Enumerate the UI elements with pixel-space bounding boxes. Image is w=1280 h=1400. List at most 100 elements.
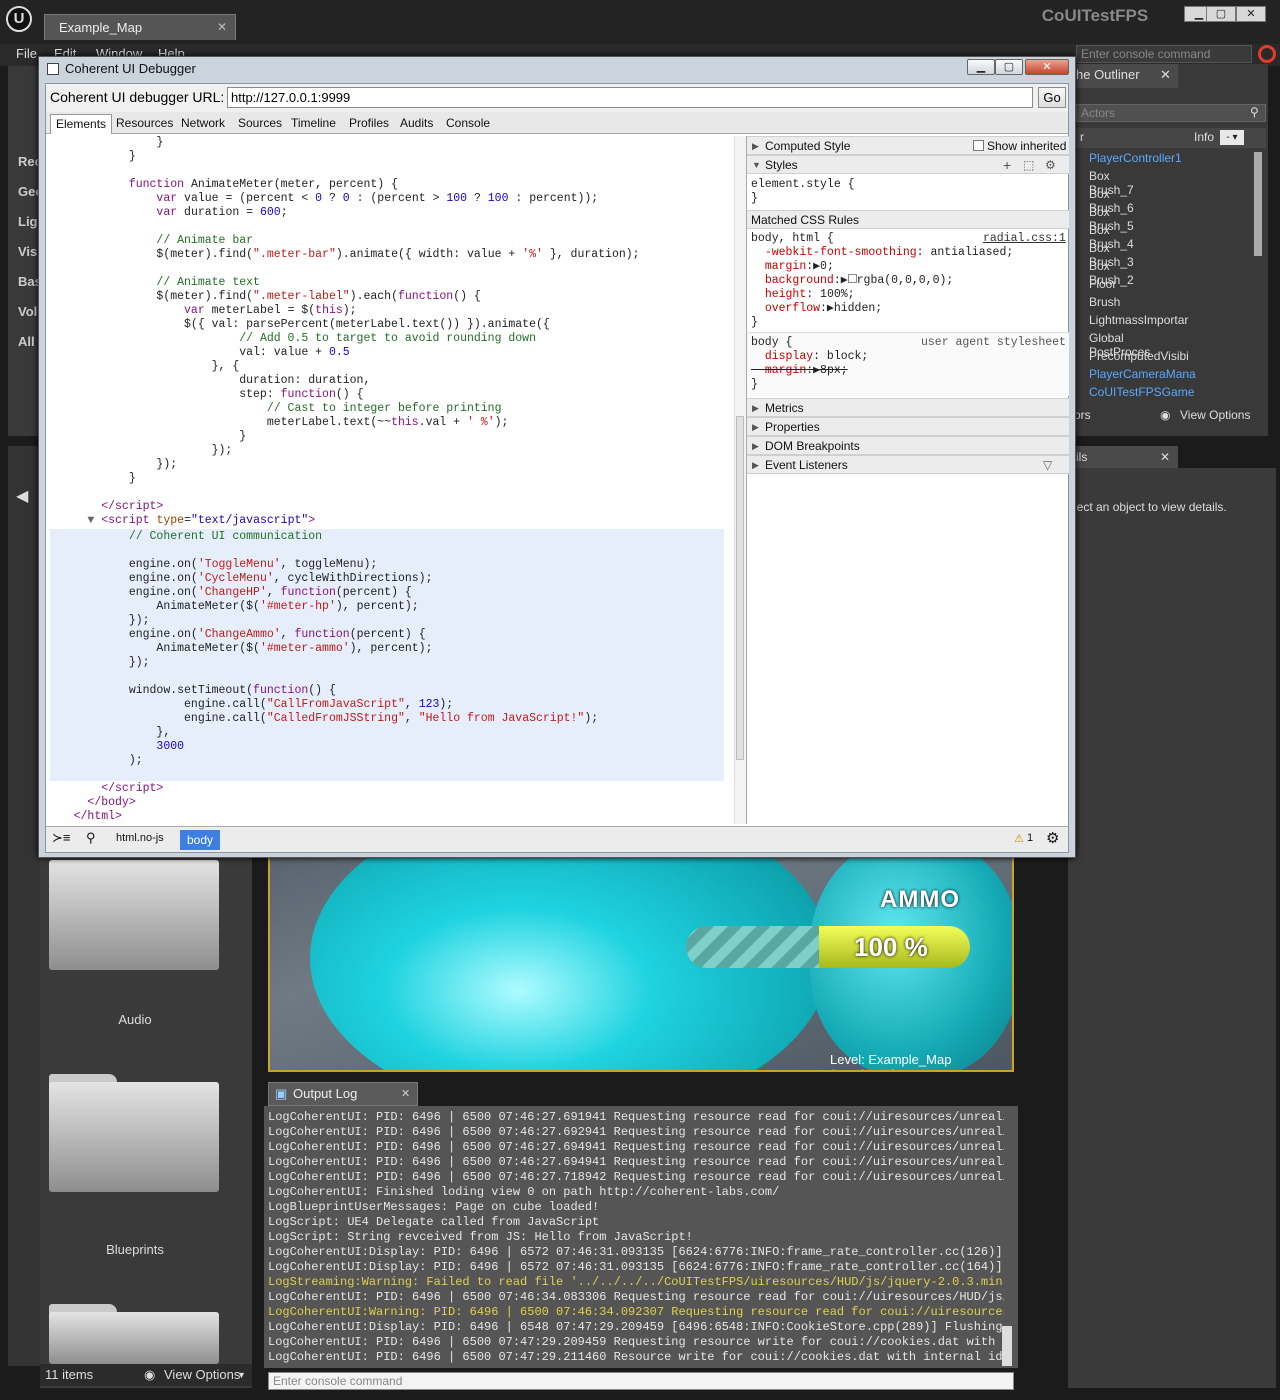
- view-options-button[interactable]: View Options: [1180, 408, 1250, 422]
- mode-item[interactable]: All: [18, 334, 35, 349]
- computed-style-section[interactable]: ▶ Computed Style Show inherited: [747, 136, 1069, 155]
- mode-item[interactable]: Vol: [18, 304, 37, 319]
- element-state-icon[interactable]: ⬚: [1023, 156, 1034, 174]
- gear-icon[interactable]: ⚙: [1046, 829, 1059, 847]
- tab-audits[interactable]: Audits: [400, 116, 433, 130]
- triangle-right-icon: ▶: [752, 141, 759, 151]
- styles-section[interactable]: ▼ Styles + ⬚ ⚙: [747, 155, 1069, 174]
- menu-file[interactable]: File: [16, 46, 37, 61]
- show-inherited-label: Show inherited: [987, 139, 1067, 153]
- warning-icon[interactable]: ⚠: [1014, 832, 1024, 845]
- section-label: Metrics: [765, 401, 804, 415]
- console-input-top[interactable]: Enter console command: [1076, 45, 1252, 63]
- rule-source-link[interactable]: radial.css:1: [983, 232, 1066, 246]
- close-icon[interactable]: ✕: [1160, 64, 1171, 86]
- folder-icon[interactable]: [49, 1082, 219, 1192]
- outliner-item[interactable]: PlayerCameraMana: [1089, 367, 1196, 381]
- outliner-header-label: r: [1080, 130, 1084, 144]
- element-style-rule[interactable]: element.style {: [751, 178, 855, 192]
- tab-sources[interactable]: Sources: [238, 116, 282, 130]
- outliner-item[interactable]: CoUITestFPSGame: [1089, 385, 1194, 399]
- close-icon[interactable]: ✕: [217, 15, 227, 40]
- outliner-search-input[interactable]: Actors: [1076, 104, 1266, 122]
- outliner-item[interactable]: LightmassImportar: [1089, 313, 1188, 327]
- close-icon[interactable]: ✕: [401, 1083, 410, 1105]
- debugger-title-bar[interactable]: Coherent UI Debugger ▁ ▢ ✕: [39, 57, 1075, 81]
- devtools-status-bar: ≻≡ ⚲ html.no-js body ⚠ 1 ⚙: [46, 826, 1068, 852]
- triangle-right-icon: ▶: [752, 441, 759, 451]
- folder-label: Audio: [118, 1012, 152, 1027]
- close-icon[interactable]: ✕: [1160, 446, 1170, 468]
- dom-breakpoints-section[interactable]: ▶ DOM Breakpoints: [747, 436, 1069, 455]
- outliner-item[interactable]: PlayerController1: [1089, 151, 1182, 165]
- output-log-scrollbar[interactable]: [1002, 1326, 1012, 1366]
- outliner-footer-label: ors: [1074, 408, 1091, 422]
- maximize-button[interactable]: ▢: [995, 59, 1023, 75]
- details-message: lect an object to view details.: [1074, 500, 1227, 514]
- ua-rule-selector[interactable]: body {: [751, 336, 792, 350]
- metrics-section[interactable]: ▶ Metrics: [747, 398, 1069, 417]
- minimize-button[interactable]: ▁: [967, 59, 995, 75]
- game-viewport[interactable]: AMMO 100 % Level: Example_Map (Persisten…: [268, 858, 1014, 1072]
- rule-selector[interactable]: body, html {: [751, 232, 834, 246]
- info-dropdown[interactable]: - ▾: [1220, 130, 1244, 145]
- window-icon: [47, 63, 59, 75]
- show-inherited-checkbox[interactable]: [973, 140, 984, 151]
- back-arrow-icon[interactable]: ◀: [16, 486, 28, 506]
- elements-source-view[interactable]: } } function AnimateMeter(meter, percent…: [46, 136, 744, 824]
- triangle-right-icon: ▶: [752, 422, 759, 432]
- folder-icon[interactable]: [49, 1312, 219, 1364]
- outliner-item[interactable]: PrecomputedVisibi: [1089, 349, 1189, 363]
- folder-icon[interactable]: [49, 860, 219, 970]
- outliner-tab[interactable]: he Outliner ✕: [1068, 64, 1178, 88]
- tab-console[interactable]: Console: [446, 116, 490, 130]
- log-line: LogCoherentUI: PID: 6496 | 6500 07:46:27…: [268, 1110, 1004, 1124]
- log-line: LogCoherentUI:Display: PID: 6496 | 6572 …: [268, 1260, 1004, 1274]
- output-log[interactable]: LogCoherentUI: PID: 6496 | 6500 07:46:27…: [264, 1106, 1018, 1368]
- tab-profiles[interactable]: Profiles: [349, 116, 389, 130]
- tab-resources[interactable]: Resources: [116, 116, 173, 130]
- url-input[interactable]: http://127.0.0.1:9999: [227, 87, 1033, 108]
- gear-icon[interactable]: ⚙: [1045, 156, 1056, 174]
- section-label: Styles: [765, 158, 798, 172]
- outliner-item[interactable]: Brush: [1089, 295, 1120, 309]
- console-input[interactable]: Enter console command: [268, 1372, 1014, 1390]
- details-tab[interactable]: ils ✕: [1068, 446, 1178, 468]
- tab-elements[interactable]: Elements: [50, 114, 113, 134]
- view-options-button[interactable]: View Options: [164, 1364, 240, 1386]
- log-line: LogScript: UE4 Delegate called from Java…: [268, 1215, 600, 1229]
- content-browser-sidebar: ◀: [8, 446, 40, 1366]
- level-tab[interactable]: Example_Map ✕: [44, 14, 236, 40]
- log-line: LogCoherentUI: PID: 6496 | 6500 07:46:27…: [268, 1125, 1004, 1139]
- properties-section[interactable]: ▶ Properties: [747, 417, 1069, 436]
- matched-rules-header: Matched CSS Rules: [747, 210, 1069, 229]
- triangle-right-icon: ▶: [752, 403, 759, 413]
- breadcrumb-html[interactable]: html.no-js: [116, 832, 164, 844]
- filter-icon[interactable]: ▽: [1043, 456, 1052, 474]
- unreal-logo-icon: U: [6, 6, 32, 32]
- details-panel: lect an object to view details.: [1068, 468, 1276, 1388]
- outliner-item[interactable]: Floor: [1089, 277, 1116, 291]
- close-button[interactable]: ✕: [1025, 59, 1069, 75]
- search-icon[interactable]: ⚲: [86, 830, 96, 846]
- log-line: LogCoherentUI:Warning: PID: 6496 | 6500 …: [268, 1305, 1004, 1319]
- ammo-percent: 100 %: [854, 932, 928, 962]
- log-line: LogCoherentUI:Display: PID: 6496 | 6572 …: [268, 1245, 1004, 1259]
- no-sign-icon[interactable]: [1258, 45, 1276, 63]
- event-listeners-section[interactable]: ▶ Event Listeners ▽: [747, 455, 1069, 474]
- code-scrollbar-thumb[interactable]: [736, 416, 744, 760]
- mode-item[interactable]: Vis: [18, 244, 37, 259]
- go-button[interactable]: Go: [1038, 87, 1066, 108]
- tab-timeline[interactable]: Timeline: [291, 116, 336, 130]
- section-label: Computed Style: [765, 139, 851, 153]
- outliner-scrollbar[interactable]: [1254, 152, 1262, 256]
- maximize-button[interactable]: ▢: [1206, 6, 1236, 22]
- mode-item[interactable]: Lig: [18, 214, 38, 229]
- breadcrumb-body[interactable]: body: [180, 830, 220, 850]
- close-button[interactable]: ✕: [1236, 6, 1266, 22]
- plus-icon[interactable]: +: [1003, 156, 1011, 174]
- console-drawer-icon[interactable]: ≻≡: [52, 830, 70, 846]
- rule-close: }: [751, 192, 758, 205]
- output-log-tab[interactable]: ▣ Output Log ✕: [268, 1082, 418, 1106]
- tab-network[interactable]: Network: [181, 116, 225, 130]
